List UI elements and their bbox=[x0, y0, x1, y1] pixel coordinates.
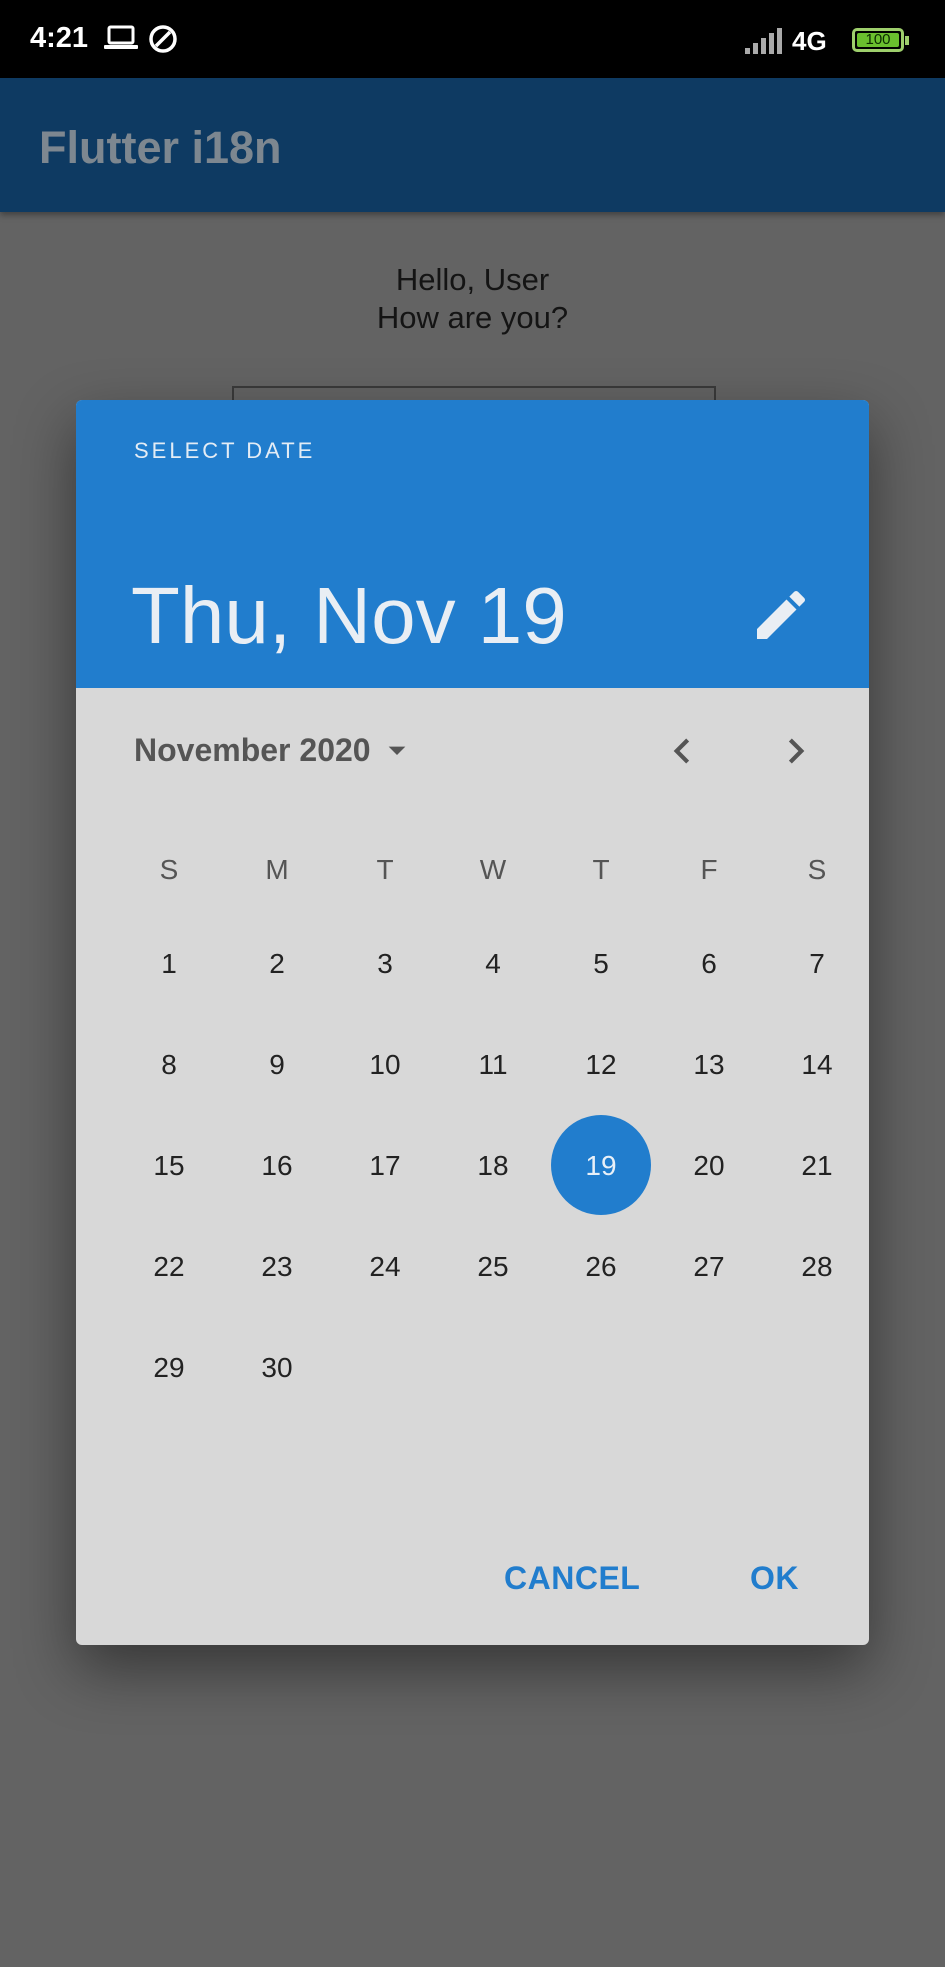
calendar-day[interactable]: 11 bbox=[439, 1014, 547, 1115]
day-number: 25 bbox=[477, 1251, 509, 1282]
calendar-day[interactable]: 21 bbox=[763, 1115, 869, 1216]
calendar-day[interactable]: 4 bbox=[439, 913, 547, 1014]
weekday-label: W bbox=[479, 854, 507, 885]
day-number: 23 bbox=[261, 1251, 293, 1282]
calendar-day[interactable]: 27 bbox=[655, 1216, 763, 1317]
date-picker-dialog: SELECT DATE Thu, Nov 19 November 2020 S … bbox=[76, 400, 869, 1645]
greeting-line-2: How are you? bbox=[376, 300, 569, 335]
day-number: 9 bbox=[269, 1049, 285, 1080]
calendar-day[interactable]: 13 bbox=[655, 1014, 763, 1115]
calendar-day[interactable]: 28 bbox=[763, 1216, 869, 1317]
data-saver-icon bbox=[149, 25, 177, 53]
day-number: 11 bbox=[478, 1049, 508, 1080]
day-number: 7 bbox=[809, 948, 825, 979]
date-picker-header: SELECT DATE Thu, Nov 19 bbox=[76, 400, 869, 688]
month-year-button[interactable]: November 2020 bbox=[134, 728, 417, 772]
day-number: 16 bbox=[261, 1150, 293, 1181]
calendar-day[interactable]: 2 bbox=[223, 913, 331, 1014]
day-number: 15 bbox=[153, 1150, 185, 1181]
day-number: 17 bbox=[369, 1150, 401, 1181]
calendar-day[interactable]: 7 bbox=[763, 913, 869, 1014]
day-number: 5 bbox=[593, 948, 609, 979]
weekday-label: S bbox=[159, 854, 179, 885]
day-number: 6 bbox=[701, 948, 717, 979]
calendar-day[interactable]: 17 bbox=[331, 1115, 439, 1216]
calendar-day[interactable]: 3 bbox=[331, 913, 439, 1014]
day-number: 24 bbox=[369, 1251, 401, 1282]
calendar-day[interactable]: 22 bbox=[115, 1216, 223, 1317]
calendar-day[interactable]: 25 bbox=[439, 1216, 547, 1317]
edit-icon[interactable] bbox=[749, 583, 813, 647]
weekday-label: T bbox=[376, 854, 394, 885]
calendar-day[interactable]: 20 bbox=[655, 1115, 763, 1216]
day-number: 8 bbox=[161, 1049, 177, 1080]
day-number: 19 bbox=[585, 1150, 617, 1181]
app-bar: Flutter i18n bbox=[0, 78, 945, 212]
calendar-day[interactable]: 18 bbox=[439, 1115, 547, 1216]
next-month-icon[interactable] bbox=[771, 726, 821, 776]
calendar-day[interactable]: 12 bbox=[547, 1014, 655, 1115]
day-number: 14 bbox=[801, 1049, 833, 1080]
calendar-day[interactable]: 5 bbox=[547, 913, 655, 1014]
day-number: 1 bbox=[161, 948, 177, 979]
calendar-day[interactable]: 23 bbox=[223, 1216, 331, 1317]
day-number: 21 bbox=[801, 1150, 833, 1181]
day-number: 2 bbox=[269, 948, 285, 979]
calendar-day[interactable]: 1 bbox=[115, 913, 223, 1014]
calendar-day[interactable]: 16 bbox=[223, 1115, 331, 1216]
day-number: 10 bbox=[369, 1049, 401, 1080]
calendar-day[interactable]: 29 bbox=[115, 1317, 223, 1418]
day-number: 20 bbox=[693, 1150, 725, 1181]
calendar-day[interactable]: 14 bbox=[763, 1014, 869, 1115]
battery-level: 100 bbox=[865, 31, 891, 48]
day-number: 3 bbox=[377, 948, 393, 979]
day-number: 18 bbox=[477, 1150, 509, 1181]
weekday-label: T bbox=[592, 854, 610, 885]
calendar-day[interactable]: 24 bbox=[331, 1216, 439, 1317]
calendar-day[interactable]: 26 bbox=[547, 1216, 655, 1317]
status-bar: 4:21 4G 100 bbox=[0, 0, 945, 78]
weekday-header: S M T W T F S bbox=[115, 845, 869, 895]
selected-day[interactable]: 19 bbox=[547, 1115, 655, 1216]
laptop-icon bbox=[104, 25, 138, 49]
battery-icon: 100 bbox=[852, 28, 909, 52]
day-number: 13 bbox=[693, 1049, 725, 1080]
calendar-day[interactable]: 6 bbox=[655, 913, 763, 1014]
day-number: 12 bbox=[585, 1049, 617, 1080]
signal-icon bbox=[745, 28, 782, 54]
selected-date: Thu, Nov 19 bbox=[131, 571, 567, 660]
calendar-day[interactable]: 8 bbox=[115, 1014, 223, 1115]
weekday-label: S bbox=[807, 854, 827, 885]
day-number: 29 bbox=[153, 1352, 185, 1383]
calendar-day[interactable]: 9 bbox=[223, 1014, 331, 1115]
dropdown-arrow-icon bbox=[388, 746, 405, 755]
app-title: Flutter i18n bbox=[39, 122, 282, 173]
month-year-label: November 2020 bbox=[134, 731, 371, 768]
day-number: 28 bbox=[801, 1251, 833, 1282]
day-number: 30 bbox=[261, 1352, 293, 1383]
greeting-line-1: Hello, User bbox=[395, 262, 550, 297]
help-text: SELECT DATE bbox=[134, 438, 316, 463]
weekday-label: F bbox=[700, 854, 718, 885]
cancel-button[interactable]: CANCEL bbox=[504, 1560, 640, 1597]
day-number: 26 bbox=[585, 1251, 617, 1282]
weekday-label: M bbox=[265, 854, 289, 885]
ok-button[interactable]: OK bbox=[750, 1560, 799, 1597]
calendar-day[interactable]: 15 bbox=[115, 1115, 223, 1216]
day-number: 22 bbox=[153, 1251, 185, 1282]
calendar-day-grid: 1 2 3 4 5 6 7 8 9 10 11 12 13 14 15 16 17 18 19 20 21 22 23 24 2… bbox=[115, 913, 869, 1418]
calendar-day[interactable]: 30 bbox=[223, 1317, 331, 1418]
status-time: 4:21 bbox=[30, 22, 89, 54]
day-number: 4 bbox=[485, 948, 501, 979]
month-navigation: November 2020 bbox=[76, 688, 869, 818]
calendar-day[interactable]: 10 bbox=[331, 1014, 439, 1115]
network-type: 4G bbox=[792, 26, 827, 56]
day-number: 27 bbox=[693, 1251, 725, 1282]
previous-month-icon[interactable] bbox=[657, 726, 707, 776]
